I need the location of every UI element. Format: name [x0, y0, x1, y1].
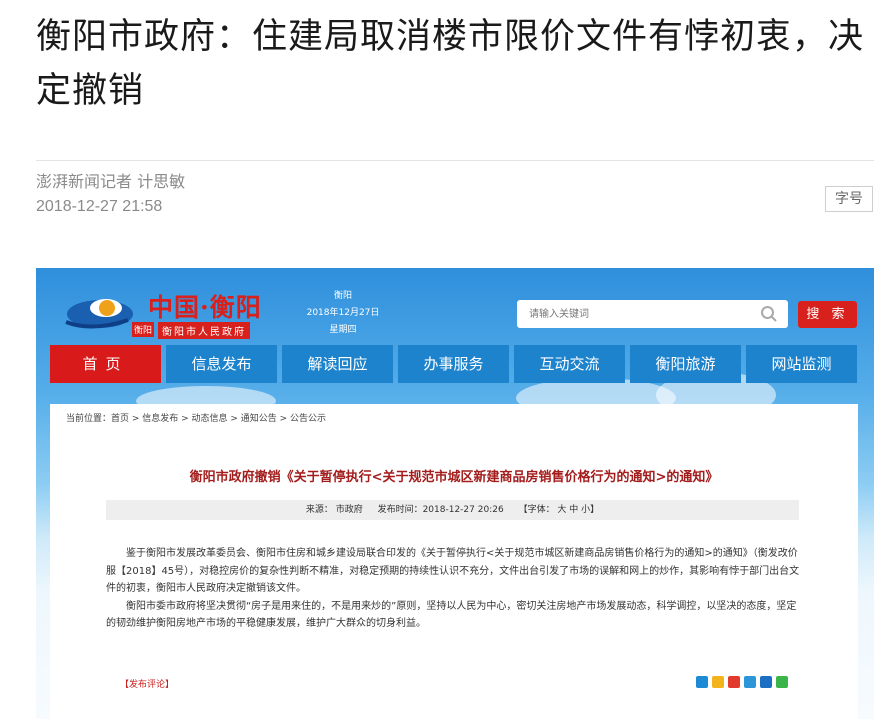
meta-bar: 来源： 市政府 发布时间：2018-12-27 20:26 【字体： 大 中 小…: [106, 500, 799, 520]
date-block: 衡阳 2018年12月27日 星期四: [298, 288, 388, 339]
logo-subtitle: 衡阳市人民政府: [158, 322, 250, 339]
article-date: 2018-12-27 21:58: [36, 198, 163, 215]
paragraph: 衡阳市委市政府将坚决贯彻“房子是用来住的，不是用来炒的”原则，坚持以人民为中心，…: [106, 600, 797, 630]
search-input[interactable]: [529, 306, 739, 322]
share-plus-icon[interactable]: [696, 676, 708, 688]
breadcrumb: 当前位置：首页 > 信息发布 > 动态信息 > 通知公告 > 公告公示: [66, 414, 327, 424]
search-icon[interactable]: [760, 305, 778, 323]
article-author: 澎湃新闻记者 计思敏: [36, 172, 186, 191]
share-tqq-icon[interactable]: [744, 676, 756, 688]
nav-interaction[interactable]: 互动交流: [514, 345, 625, 383]
phoenix-logo-icon: [65, 299, 133, 329]
notice-title: 衡阳市政府撤销《关于暂停执行<关于规范市城区新建商品房销售价格行为的通知>的通知…: [189, 470, 719, 485]
date-value: 2018年12月27日: [306, 308, 380, 318]
paragraph: 鉴于衡阳市发展改革委员会、衡阳市住房和城乡建设局联合印发的《关于暂停执行<关于规…: [106, 548, 800, 594]
divider: [36, 160, 874, 161]
share-qzone-icon[interactable]: [712, 676, 724, 688]
date-weekday: 星期四: [329, 325, 357, 335]
share-weibo-icon[interactable]: [728, 676, 740, 688]
post-comment-link[interactable]: 【发布评论】: [120, 677, 174, 690]
nav-services[interactable]: 办事服务: [398, 345, 509, 383]
nav-home[interactable]: 首页: [50, 345, 161, 383]
search-button[interactable]: 搜 索: [798, 301, 857, 328]
notice-body: 鉴于衡阳市发展改革委员会、衡阳市住房和城乡建设局联合印发的《关于暂停执行<关于规…: [106, 545, 802, 633]
content-panel: 当前位置：首页 > 信息发布 > 动态信息 > 通知公告 > 公告公示 衡阳市政…: [50, 404, 858, 719]
nav-info-release[interactable]: 信息发布: [166, 345, 277, 383]
embedded-screenshot: 中国·衡阳 衡阳 衡阳市人民政府 衡阳 2018年12月27日 星期四 搜 索 …: [36, 268, 874, 719]
article-title: 衡阳市政府：住建局取消楼市限价文件有悖初衷，决定撤销: [36, 17, 865, 111]
main-nav: 首页 信息发布 解读回应 办事服务 互动交流 衡阳旅游 网站监测: [50, 345, 858, 383]
meta-time: 发布时间：2018-12-27 20:26: [377, 505, 504, 515]
nav-tourism[interactable]: 衡阳旅游: [630, 345, 741, 383]
font-size-button[interactable]: 字号: [825, 186, 873, 212]
nav-site-monitor[interactable]: 网站监测: [746, 345, 857, 383]
share-renren-icon[interactable]: [760, 676, 772, 688]
logo-side-label: 衡阳: [132, 322, 155, 337]
meta-source: 来源： 市政府: [305, 505, 363, 515]
meta-fontsize[interactable]: 【字体： 大 中 小】: [519, 505, 600, 515]
search-box: [517, 300, 788, 328]
date-city: 衡阳: [333, 291, 352, 301]
nav-interpretation[interactable]: 解读回应: [282, 345, 393, 383]
logo-text: 中国·衡阳: [148, 293, 262, 322]
share-wechat-icon[interactable]: [776, 676, 788, 688]
